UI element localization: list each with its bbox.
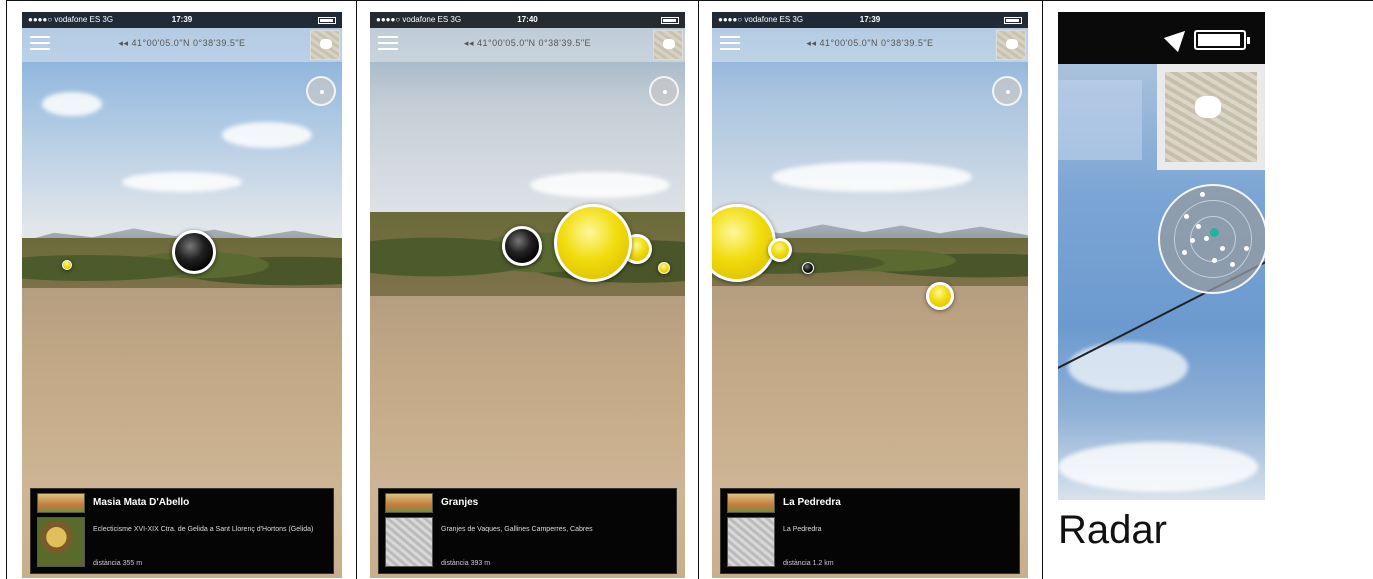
battery-icon <box>1194 30 1250 50</box>
location-arrow-icon <box>1163 23 1193 53</box>
battery-icon <box>661 17 679 24</box>
cloud <box>1058 442 1258 492</box>
poi-distance: distància 1.2 km <box>783 560 834 567</box>
coordinates-label: ◂◂ 41°00'05.0"N 0°38'39.5"E <box>806 38 934 48</box>
poi-marker-black[interactable] <box>802 262 814 274</box>
cloud <box>42 92 102 116</box>
poi-distance: distància 355 m <box>93 560 143 567</box>
top-bar: ◂◂ 41°00'05.0"N 0°38'39.5"E <box>712 28 1028 62</box>
poi-distance: distància 393 m <box>441 560 491 567</box>
clock: 17:39 <box>171 15 193 24</box>
radar-caption: Radar <box>1058 508 1167 552</box>
map-thumbnail-button[interactable] <box>653 30 683 60</box>
poi-info-card[interactable]: Masia Mata D'Abello Eclecticisme XVI-XIX… <box>30 488 334 574</box>
top-bar <box>1058 80 1142 160</box>
column-divider-3 <box>1042 0 1043 579</box>
carrier-label: ●●●●○ vodafone ES 3G <box>718 15 804 24</box>
carrier-label: ●●●●○ vodafone ES 3G <box>376 15 462 24</box>
status-bar: ●●●●○ vodafone ES 3G 17:39 <box>22 12 342 28</box>
left-border <box>6 0 7 579</box>
poi-title: La Pedredra <box>783 497 841 508</box>
poi-photo <box>37 517 85 567</box>
status-bar <box>1058 12 1265 64</box>
status-bar: ●●●●○ vodafone ES 3G 17:39 <box>712 12 1028 28</box>
menu-icon[interactable] <box>720 36 740 52</box>
top-bar: ◂◂ 41°00'05.0"N 0°38'39.5"E <box>22 28 342 62</box>
cloud <box>1068 342 1188 392</box>
column-divider-2 <box>698 0 699 579</box>
top-bar: ◂◂ 41°00'05.0"N 0°38'39.5"E <box>370 28 685 62</box>
poi-info-card[interactable]: La Pedredra La Pedredra distància 1.2 km <box>720 488 1020 574</box>
poi-marker-black[interactable] <box>502 226 542 266</box>
radar-user-position <box>1210 228 1219 237</box>
poi-marker-yellow-selected[interactable] <box>554 204 632 282</box>
poi-thumbnail <box>385 493 433 513</box>
cloud <box>222 122 312 148</box>
poi-photo <box>385 517 433 567</box>
poi-marker-yellow[interactable] <box>658 262 670 274</box>
column-divider-1 <box>356 0 357 579</box>
poi-photo <box>727 517 775 567</box>
poi-marker-yellow[interactable] <box>768 238 792 262</box>
battery-icon <box>1004 17 1022 24</box>
map-thumbnail-button[interactable] <box>996 30 1026 60</box>
poi-title: Granjes <box>441 497 479 508</box>
carrier-label: ●●●●○ vodafone ES 3G <box>28 15 114 24</box>
poi-marker-yellow[interactable] <box>62 260 72 270</box>
clock: 17:39 <box>859 15 881 24</box>
poi-description: Eclecticisme XVI-XIX Ctra. de Gelida a S… <box>93 526 314 533</box>
poi-title: Masia Mata D'Abello <box>93 497 190 508</box>
phone-screen-3: ●●●●○ vodafone ES 3G 17:39 ◂◂ 41°00'05.0… <box>712 12 1028 578</box>
clock: 17:40 <box>517 15 538 24</box>
radar-icon[interactable] <box>992 76 1022 106</box>
cloud <box>122 172 242 192</box>
coordinates-label: ◂◂ 41°00'05.0"N 0°38'39.5"E <box>118 38 246 48</box>
status-bar: ●●●●○ vodafone ES 3G 17:40 <box>370 12 685 28</box>
poi-description: La Pedredra <box>783 526 822 533</box>
top-border <box>6 0 1373 1</box>
poi-thumbnail <box>37 493 85 513</box>
menu-icon[interactable] <box>30 36 50 52</box>
poi-marker-black[interactable] <box>172 230 216 274</box>
map-thumbnail-button[interactable] <box>1157 64 1265 170</box>
poi-description: Granjes de Vaques, Gallines Camperres, C… <box>441 526 593 533</box>
poi-marker-yellow[interactable] <box>926 282 954 310</box>
radar-icon[interactable] <box>1158 184 1265 294</box>
menu-icon[interactable] <box>378 36 398 52</box>
poi-info-card[interactable]: Granjes Granjes de Vaques, Gallines Camp… <box>378 488 677 574</box>
coordinates-label: ◂◂ 41°00'05.0"N 0°38'39.5"E <box>463 38 592 48</box>
poi-thumbnail <box>727 493 775 513</box>
battery-icon <box>318 17 336 24</box>
radar-zoom-panel <box>1058 12 1265 500</box>
phone-screen-2: ●●●●○ vodafone ES 3G 17:40 ◂◂ 41°00'05.0… <box>370 12 685 578</box>
cloud <box>772 162 972 192</box>
map-thumbnail-button[interactable] <box>310 30 340 60</box>
phone-screen-1: ●●●●○ vodafone ES 3G 17:39 ◂◂ 41°00'05.0… <box>22 12 342 578</box>
radar-icon[interactable] <box>649 76 679 106</box>
cloud <box>530 172 670 198</box>
radar-icon[interactable] <box>306 76 336 106</box>
